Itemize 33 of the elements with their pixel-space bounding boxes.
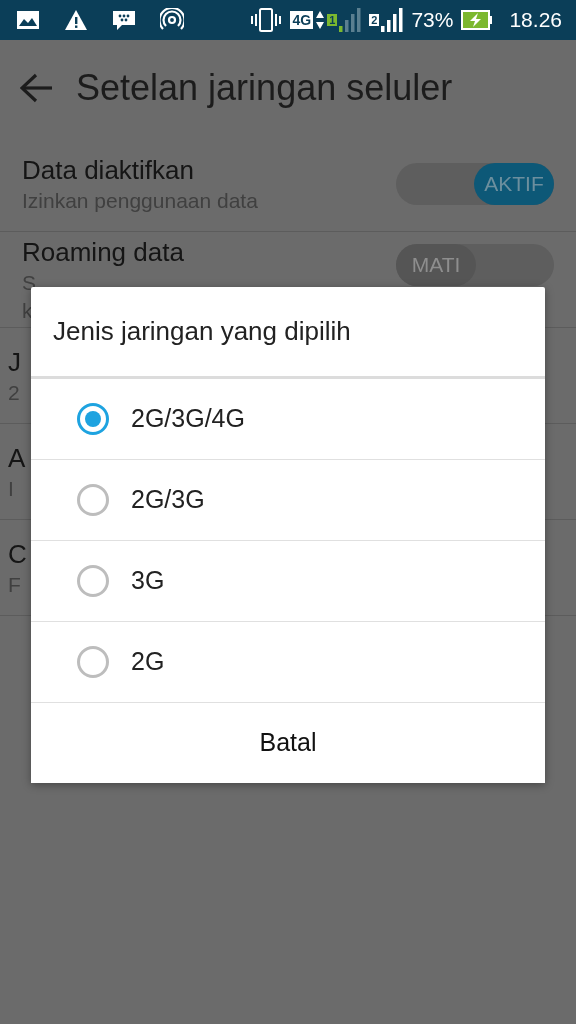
radio-button[interactable] bbox=[77, 565, 109, 597]
image-icon bbox=[16, 10, 40, 30]
setting-title: A bbox=[8, 441, 26, 475]
radio-option[interactable]: 2G bbox=[31, 622, 545, 703]
option-label: 2G/3G bbox=[131, 484, 205, 516]
radio-option[interactable]: 3G bbox=[31, 541, 545, 622]
screen-title: Setelan jaringan seluler bbox=[76, 66, 453, 110]
network-badge: 4G bbox=[290, 11, 314, 29]
radio-button[interactable] bbox=[77, 646, 109, 678]
radio-button[interactable] bbox=[77, 484, 109, 516]
clock: 18.26 bbox=[509, 7, 562, 34]
warning-icon bbox=[64, 9, 88, 31]
option-label: 3G bbox=[131, 565, 165, 597]
chat-icon bbox=[112, 9, 136, 31]
battery-percent: 73% bbox=[411, 7, 454, 34]
radio-button[interactable] bbox=[77, 403, 109, 435]
radio-option[interactable]: 2G/3G bbox=[31, 460, 545, 541]
option-label: 2G bbox=[131, 646, 165, 678]
battery-charging-icon bbox=[461, 10, 494, 30]
cancel-button[interactable]: Batal bbox=[31, 703, 545, 783]
vibrate-icon bbox=[250, 7, 283, 33]
setting-title: J bbox=[8, 345, 21, 379]
setting-title: Data diaktifkan bbox=[22, 153, 194, 187]
signal-icon bbox=[339, 8, 362, 32]
radio-option[interactable]: 2G/3G/4G bbox=[31, 379, 545, 460]
signal-icon bbox=[381, 8, 404, 32]
sim-number: 2 bbox=[369, 14, 380, 26]
data-arrows-icon bbox=[315, 9, 326, 31]
setting-title: C bbox=[8, 537, 27, 571]
sim-number: 1 bbox=[327, 14, 338, 26]
hotspot-icon bbox=[160, 8, 184, 32]
setting-title: Roaming data bbox=[22, 235, 184, 269]
option-label: 2G/3G/4G bbox=[131, 403, 245, 435]
